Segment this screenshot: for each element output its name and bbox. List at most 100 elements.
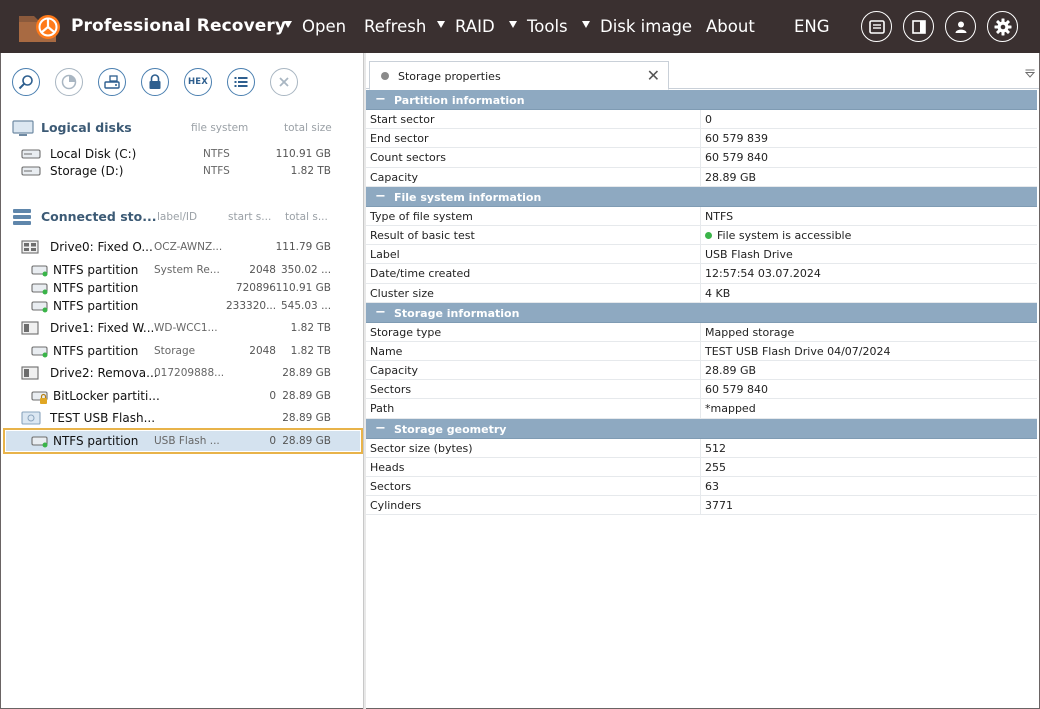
group-storage-geometry[interactable]: − Storage geometry [366, 418, 1037, 439]
close-storage-button[interactable] [270, 68, 298, 96]
status-ok-icon [705, 231, 712, 239]
property-value: 28.89 GB [705, 364, 757, 378]
drive0-row[interactable]: Drive0: Fixed O... OCZ-AWNZ... 111.79 GB [6, 237, 360, 257]
property-row: Name TEST USB Flash Drive 04/07/2024 [366, 341, 1037, 362]
partition-size: 110.91 GB [275, 282, 331, 294]
group-title: Storage information [394, 306, 520, 320]
drive1-row[interactable]: Drive1: Fixed W... WD-WCC1... 1.82 TB [6, 318, 360, 338]
property-row: Result of basic test File system is acces… [366, 225, 1037, 246]
partition-icon [31, 301, 48, 313]
property-row: Count sectors 60 579 840 [366, 148, 1037, 168]
partition-row[interactable]: NTFS partition System Re... 2048 350.02 … [6, 260, 360, 280]
disk-scan-icon [61, 74, 77, 90]
column-total-size: total s... [285, 211, 328, 223]
app-logo-icon [19, 15, 60, 42]
group-title: File system information [394, 190, 542, 204]
bitlocker-partition-row[interactable]: BitLocker partiti... 0 28.89 GB [6, 386, 360, 406]
partition-size: 28.89 GB [282, 390, 331, 402]
menu-refresh[interactable]: Refresh [364, 17, 426, 36]
collapse-icon[interactable]: − [375, 189, 386, 204]
drive-icon [21, 166, 41, 176]
tab-close-icon[interactable]: ✕ [647, 66, 660, 85]
column-file-system: file system [191, 122, 249, 134]
tools-menu-arrow-icon[interactable] [509, 21, 517, 28]
settings-button[interactable] [987, 11, 1018, 42]
create-image-button[interactable] [98, 68, 126, 96]
property-row: Cylinders 3771 [366, 496, 1037, 516]
property-key: Name [370, 344, 403, 358]
log-icon [868, 19, 885, 34]
menu-raid[interactable]: RAID [455, 17, 495, 36]
property-row: Type of file system NTFS [366, 206, 1037, 226]
disk-image-menu-arrow-icon[interactable] [582, 21, 590, 28]
property-row: Storage type Mapped storage [366, 322, 1037, 342]
partition-start: 233320... [226, 300, 277, 312]
property-value: TEST USB Flash Drive 04/07/2024 [705, 344, 891, 358]
tab-storage-properties[interactable]: Storage properties ✕ [369, 61, 669, 90]
property-row: Sector size (bytes) 512 [366, 438, 1037, 458]
drive-label: 017209888... [154, 367, 225, 379]
property-key: Label [370, 248, 400, 262]
partition-row[interactable]: NTFS partition 720896 110.91 GB [6, 278, 360, 298]
language-selector[interactable]: ENG [794, 17, 830, 36]
hex-viewer-button[interactable]: HEX [184, 68, 212, 96]
tab-list-menu-icon[interactable] [1025, 69, 1035, 78]
logical-disk-d[interactable]: Storage (D:) NTFS 1.82 TB [6, 161, 360, 181]
partition-name: NTFS partition [53, 434, 139, 448]
group-title: Partition information [394, 94, 525, 107]
account-button[interactable] [945, 11, 976, 42]
status-text: File system is accessible [717, 228, 852, 242]
group-title: Storage geometry [394, 422, 507, 436]
property-value: 255 [705, 460, 726, 474]
selected-partition-row[interactable]: NTFS partition USB Flash ... 0 28.89 GB [3, 428, 363, 454]
find-lost-data-button[interactable] [12, 68, 40, 96]
group-storage-information[interactable]: − Storage information [366, 302, 1037, 323]
property-key: Start sector [370, 113, 435, 126]
bitlocker-partition-icon [31, 391, 48, 404]
menu-disk-image[interactable]: Disk image [600, 17, 692, 36]
collapse-icon[interactable]: − [375, 421, 386, 436]
property-value: 60 579 839 [705, 132, 768, 146]
property-row: Capacity 28.89 GB [366, 361, 1037, 381]
collapse-icon[interactable]: − [375, 92, 386, 107]
partition-row[interactable]: NTFS partition Storage 2048 1.82 TB [6, 341, 360, 361]
disk-fs: NTFS [203, 148, 230, 160]
open-menu-arrow-icon[interactable] [284, 21, 292, 28]
disk-size: 1.82 TB [290, 165, 331, 177]
hard-drive-icon [21, 240, 39, 254]
partition-start: 2048 [249, 264, 276, 276]
property-value: 60 579 840 [705, 151, 768, 165]
property-key: Cylinders [370, 499, 422, 513]
scan-button[interactable] [55, 68, 83, 96]
property-value: 512 [705, 441, 726, 455]
menu-open[interactable]: Open [302, 17, 346, 36]
partition-size: 545.03 ... [281, 300, 332, 312]
partition-name: NTFS partition [53, 281, 139, 295]
group-file-system-information[interactable]: − File system information [366, 186, 1037, 207]
drive2-row[interactable]: Drive2: Remova... 017209888... 28.89 GB [6, 363, 360, 383]
decrypt-button[interactable] [141, 68, 169, 96]
property-value: 4 KB [705, 286, 731, 300]
tab-status-dot-icon [381, 72, 389, 80]
property-row: Sectors 60 579 840 [366, 380, 1037, 400]
property-row: Start sector 0 [366, 110, 1037, 130]
tab-label: Storage properties [398, 70, 501, 83]
menu-about[interactable]: About [706, 17, 755, 36]
properties-button[interactable] [227, 68, 255, 96]
partition-name: NTFS partition [53, 263, 139, 277]
monitor-icon [12, 120, 34, 136]
menu-tools[interactable]: Tools [527, 17, 568, 36]
partition-row[interactable]: NTFS partition 233320... 545.03 ... [6, 296, 360, 316]
mapped-storage-row[interactable]: TEST USB Flash... 28.89 GB [6, 408, 360, 428]
connected-storages-title: Connected sto... [41, 209, 157, 224]
collapse-icon[interactable]: − [375, 305, 386, 320]
property-key: Capacity [370, 170, 419, 184]
partition-size: 350.02 ... [281, 264, 332, 276]
partition-size: 1.82 TB [290, 345, 331, 357]
panels-layout-button[interactable] [903, 11, 934, 42]
group-partition-information[interactable]: − Partition information [366, 90, 1037, 110]
drive-icon [21, 149, 41, 159]
hex-label: HEX [187, 77, 209, 87]
log-window-button[interactable] [861, 11, 892, 42]
raid-menu-arrow-icon[interactable] [437, 21, 445, 28]
